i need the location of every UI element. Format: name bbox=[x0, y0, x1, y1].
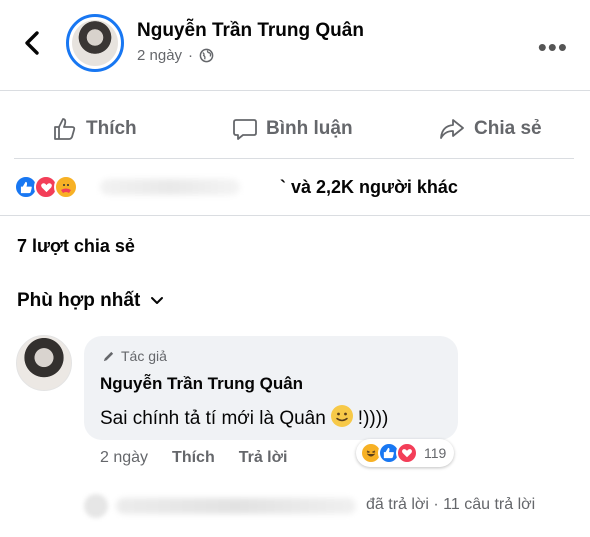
reactions-summary[interactable]: ` và 2,2K người khác bbox=[14, 174, 584, 202]
sort-label: Phù hợp nhất bbox=[17, 290, 141, 311]
comment-text-before: Sai chính tả tí mới là Quân bbox=[100, 408, 326, 429]
chevron-left-icon bbox=[25, 31, 39, 55]
reaction-icons bbox=[14, 175, 78, 199]
comment-actions: 2 ngày Thích Trả lời bbox=[100, 449, 287, 467]
comment-text-after: !)))) bbox=[357, 408, 389, 429]
divider bbox=[0, 90, 590, 91]
blurred-names bbox=[100, 179, 240, 195]
share-label: Chia sẻ bbox=[474, 118, 542, 139]
thumbs-up-icon bbox=[54, 118, 76, 140]
pencil-icon bbox=[103, 351, 114, 361]
action-bar: Thích Bình luận Chia sẻ bbox=[0, 108, 590, 154]
comment-bubble[interactable]: Tác giả Nguyễn Trần Trung Quân Sai chính… bbox=[84, 336, 458, 440]
comment-reply-button[interactable]: Trả lời bbox=[239, 449, 288, 467]
post-time[interactable]: 2 ngày bbox=[137, 47, 182, 64]
share-count[interactable]: 7 lượt chia sẻ bbox=[17, 236, 135, 257]
comment-time[interactable]: 2 ngày bbox=[100, 449, 148, 467]
divider bbox=[14, 158, 574, 159]
comment-button[interactable]: Bình luận bbox=[232, 116, 353, 142]
commenter-avatar[interactable] bbox=[16, 335, 72, 391]
back-button[interactable] bbox=[18, 28, 48, 58]
comment-reaction-count: 119 bbox=[424, 445, 447, 461]
comment-sort-dropdown[interactable]: Phù hợp nhất bbox=[17, 290, 164, 312]
author-badge: Tác giả bbox=[102, 348, 167, 364]
love-reaction-icon bbox=[396, 442, 418, 464]
chevron-down-icon bbox=[151, 297, 164, 304]
reaction-summary-text: ` và 2,2K người khác bbox=[280, 177, 458, 197]
more-options-button[interactable]: ••• bbox=[538, 32, 568, 63]
divider bbox=[0, 215, 590, 216]
comment-text: Sai chính tả tí mới là Quân !)))) bbox=[100, 404, 388, 434]
comment-label: Bình luận bbox=[266, 118, 353, 139]
comment-icon bbox=[233, 119, 257, 140]
globe-icon bbox=[199, 48, 214, 63]
view-replies[interactable]: đã trả lời · 11 câu trả lời bbox=[84, 494, 574, 518]
comment-like-button[interactable]: Thích bbox=[172, 449, 215, 467]
author-avatar[interactable] bbox=[66, 14, 124, 72]
author-badge-label: Tác giả bbox=[121, 348, 167, 364]
share-icon bbox=[440, 119, 464, 139]
smile-emoji-icon bbox=[330, 404, 354, 434]
author-name[interactable]: Nguyễn Trần Trung Quân bbox=[137, 20, 364, 42]
replies-text: đã trả lời · 11 câu trả lời bbox=[366, 496, 536, 513]
like-button[interactable]: Thích bbox=[52, 116, 137, 142]
reply-avatar bbox=[84, 494, 108, 518]
meta-separator: · bbox=[188, 47, 194, 64]
like-label: Thích bbox=[86, 118, 137, 139]
care-reaction-icon bbox=[54, 175, 78, 199]
share-button[interactable]: Chia sẻ bbox=[438, 116, 542, 142]
blurred-reply-names bbox=[116, 498, 356, 514]
comment-reactions[interactable]: 119 bbox=[356, 439, 455, 467]
commenter-name[interactable]: Nguyễn Trần Trung Quân bbox=[100, 374, 303, 394]
post-meta: 2 ngày · bbox=[137, 47, 214, 64]
post-header: Nguyễn Trần Trung Quân 2 ngày · ••• bbox=[0, 0, 590, 90]
